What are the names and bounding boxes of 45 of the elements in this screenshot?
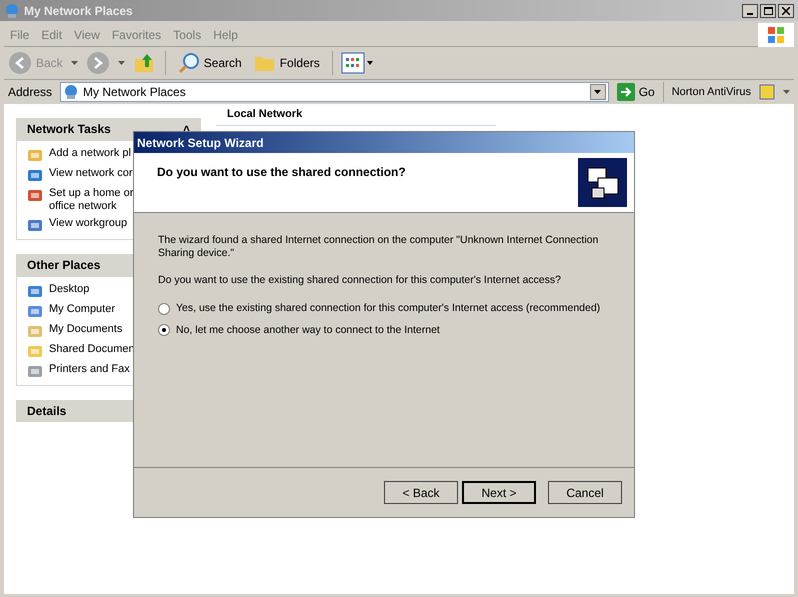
task-link[interactable]: Set up a home or office network (49, 187, 134, 213)
go-button[interactable]: Go (612, 83, 659, 101)
norton-antivirus-button[interactable]: Norton AntiVirus (668, 84, 755, 100)
option-label[interactable]: Yes, use the existing shared connection for this computer's Internet access (recommended) (176, 300, 600, 316)
pane-title[interactable]: Details (27, 402, 66, 420)
network-icon (4, 2, 20, 18)
dialog-title: Network Setup Wizard (137, 134, 264, 152)
dialog-text: The wizard found a shared Internet connection on the computer "Unknown Internet Connection Sharing device." (158, 234, 600, 260)
radio-button[interactable] (158, 302, 170, 315)
search-button[interactable]: Search (174, 52, 246, 74)
address-field[interactable]: My Network Places (60, 82, 609, 102)
task-link[interactable]: My Computer (49, 303, 116, 316)
pane-title[interactable]: Network Tasks (27, 120, 111, 138)
caret-icon[interactable] (70, 61, 78, 65)
views-icon[interactable] (340, 52, 375, 74)
window-title: My Network Places (24, 2, 133, 20)
pane-title[interactable]: Other Places (27, 256, 100, 274)
group-header: Local Network (216, 106, 496, 126)
task-link[interactable]: Add a network pl (49, 147, 131, 160)
task-link[interactable]: View workgroup (49, 217, 128, 230)
close-button[interactable] (778, 4, 794, 18)
task-link[interactable]: My Documents (49, 323, 122, 336)
network-computers-icon (578, 158, 627, 207)
network-icon (63, 84, 80, 100)
dialog-button[interactable]: Next > (462, 481, 536, 504)
dialog-button[interactable]: Cancel (548, 481, 622, 504)
option-label[interactable]: No, let me choose another way to connect to the Internet (176, 322, 440, 338)
address-label: Address (7, 84, 54, 101)
windows-logo-icon (758, 22, 794, 46)
dialog-question: Do you want to use the existing shared connection for this computer's Internet access? (158, 273, 562, 288)
dialog-button[interactable]: < Back (384, 481, 458, 504)
task-link[interactable]: Desktop (49, 283, 90, 296)
search-icon (178, 52, 200, 74)
radio-button[interactable] (158, 324, 170, 336)
task-link[interactable]: Printers and Fax (49, 363, 130, 376)
maximize-button[interactable] (760, 4, 776, 18)
dialog-heading: Do you want to use the shared connection? (157, 164, 406, 181)
minimize-button[interactable] (742, 4, 758, 18)
close-icon (782, 6, 790, 14)
folders-button[interactable]: Folders (250, 53, 324, 73)
caret-icon (594, 90, 602, 94)
dropdown-button[interactable] (590, 84, 606, 100)
caret-icon[interactable] (783, 90, 790, 94)
task-link[interactable]: View network cor (49, 167, 133, 180)
caret-icon[interactable] (118, 61, 125, 65)
